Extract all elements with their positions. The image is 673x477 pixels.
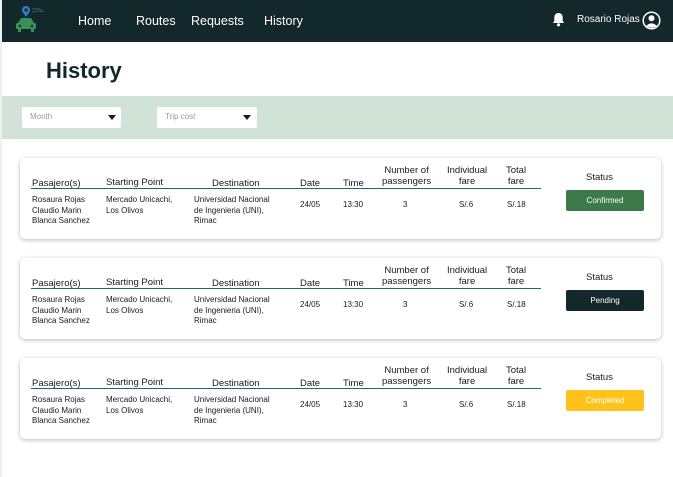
trip-card: Pasajero(s) Starting Point Destination D…: [20, 258, 661, 339]
destination-value: Universidad Nacional de Ingenieria (UNI),…: [194, 195, 270, 225]
destination-value: Universidad Nacional de Ingenieria (UNI),…: [194, 395, 270, 425]
date-value: 24/05: [300, 300, 321, 309]
starting-point-value: Mercado Unicachi, Los Olivos: [106, 395, 173, 415]
user-circle-icon[interactable]: [642, 11, 661, 30]
total-fare-value: S/.18: [507, 400, 526, 409]
destination-value: Universidad Nacional de Ingenieria (UNI),…: [194, 295, 270, 325]
trip-cost-select[interactable]: Trip cost: [157, 107, 257, 128]
page-title: History: [46, 58, 122, 83]
month-select[interactable]: Month: [22, 107, 121, 128]
top-navigation-bar: Home Routes Requests History Rosario Roj…: [2, 0, 673, 42]
nav-link-requests[interactable]: Requests: [191, 14, 244, 28]
header-divider: [31, 388, 541, 389]
filter-bar: Month Trip cost: [2, 96, 673, 139]
header-total-fare: Total fare: [506, 165, 527, 187]
total-fare-value: S/.18: [507, 200, 526, 209]
header-divider: [31, 288, 541, 289]
num-passengers-value: 3: [403, 300, 408, 309]
status-badge-completed[interactable]: Completed: [566, 390, 644, 411]
trip-card: Pasajero(s) Starting Point Destination D…: [20, 158, 661, 239]
header-individual-fare: Individual fare: [447, 265, 488, 287]
header-status: Status: [586, 372, 613, 383]
time-value: 13:30: [343, 200, 364, 209]
month-select-placeholder: Month: [30, 112, 53, 121]
header-divider: [31, 188, 541, 189]
bell-icon[interactable]: [552, 12, 565, 27]
header-status: Status: [586, 172, 613, 183]
status-badge-confirmed[interactable]: Confirmed: [566, 190, 644, 211]
trip-cost-select-placeholder: Trip cost: [165, 112, 196, 121]
total-fare-value: S/.18: [507, 300, 526, 309]
time-value: 13:30: [343, 300, 364, 309]
passenger-names: Rosaura Rojas Claudio Marin Blanca Sanchez: [32, 195, 90, 225]
header-number-of-passengers: Number of passengers: [382, 165, 432, 187]
header-individual-fare: Individual fare: [447, 365, 488, 387]
nav-link-routes[interactable]: Routes: [136, 14, 176, 28]
header-individual-fare: Individual fare: [447, 165, 488, 187]
header-total-fare: Total fare: [506, 265, 527, 287]
page: Home Routes Requests History Rosario Roj…: [2, 0, 673, 477]
header-total-fare: Total fare: [506, 365, 527, 387]
trip-card: Pasajero(s) Starting Point Destination D…: [20, 358, 661, 439]
individual-fare-value: S/.6: [459, 400, 474, 409]
date-value: 24/05: [300, 400, 321, 409]
nav-link-history[interactable]: History: [264, 14, 303, 28]
num-passengers-value: 3: [403, 200, 408, 209]
car-pin-logo[interactable]: [10, 5, 56, 35]
individual-fare-value: S/.6: [459, 200, 474, 209]
passenger-names: Rosaura Rojas Claudio Marin Blanca Sanchez: [32, 295, 90, 325]
chevron-down-icon: [108, 115, 116, 120]
nav-link-home[interactable]: Home: [78, 14, 111, 28]
starting-point-value: Mercado Unicachi, Los Olivos: [106, 195, 173, 215]
header-status: Status: [586, 272, 613, 283]
time-value: 13:30: [343, 400, 364, 409]
chevron-down-icon: [243, 115, 251, 120]
user-name[interactable]: Rosario Rojas: [577, 14, 640, 25]
passenger-names: Rosaura Rojas Claudio Marin Blanca Sanchez: [32, 395, 90, 425]
header-number-of-passengers: Number of passengers: [382, 265, 432, 287]
individual-fare-value: S/.6: [459, 300, 474, 309]
num-passengers-value: 3: [403, 400, 408, 409]
date-value: 24/05: [300, 200, 321, 209]
header-number-of-passengers: Number of passengers: [382, 365, 432, 387]
status-badge-pending[interactable]: Pending: [566, 290, 644, 311]
header-starting-point: Starting Point: [106, 377, 164, 388]
header-starting-point: Starting Point: [106, 277, 164, 288]
starting-point-value: Mercado Unicachi, Los Olivos: [106, 295, 173, 315]
header-starting-point: Starting Point: [106, 177, 164, 188]
